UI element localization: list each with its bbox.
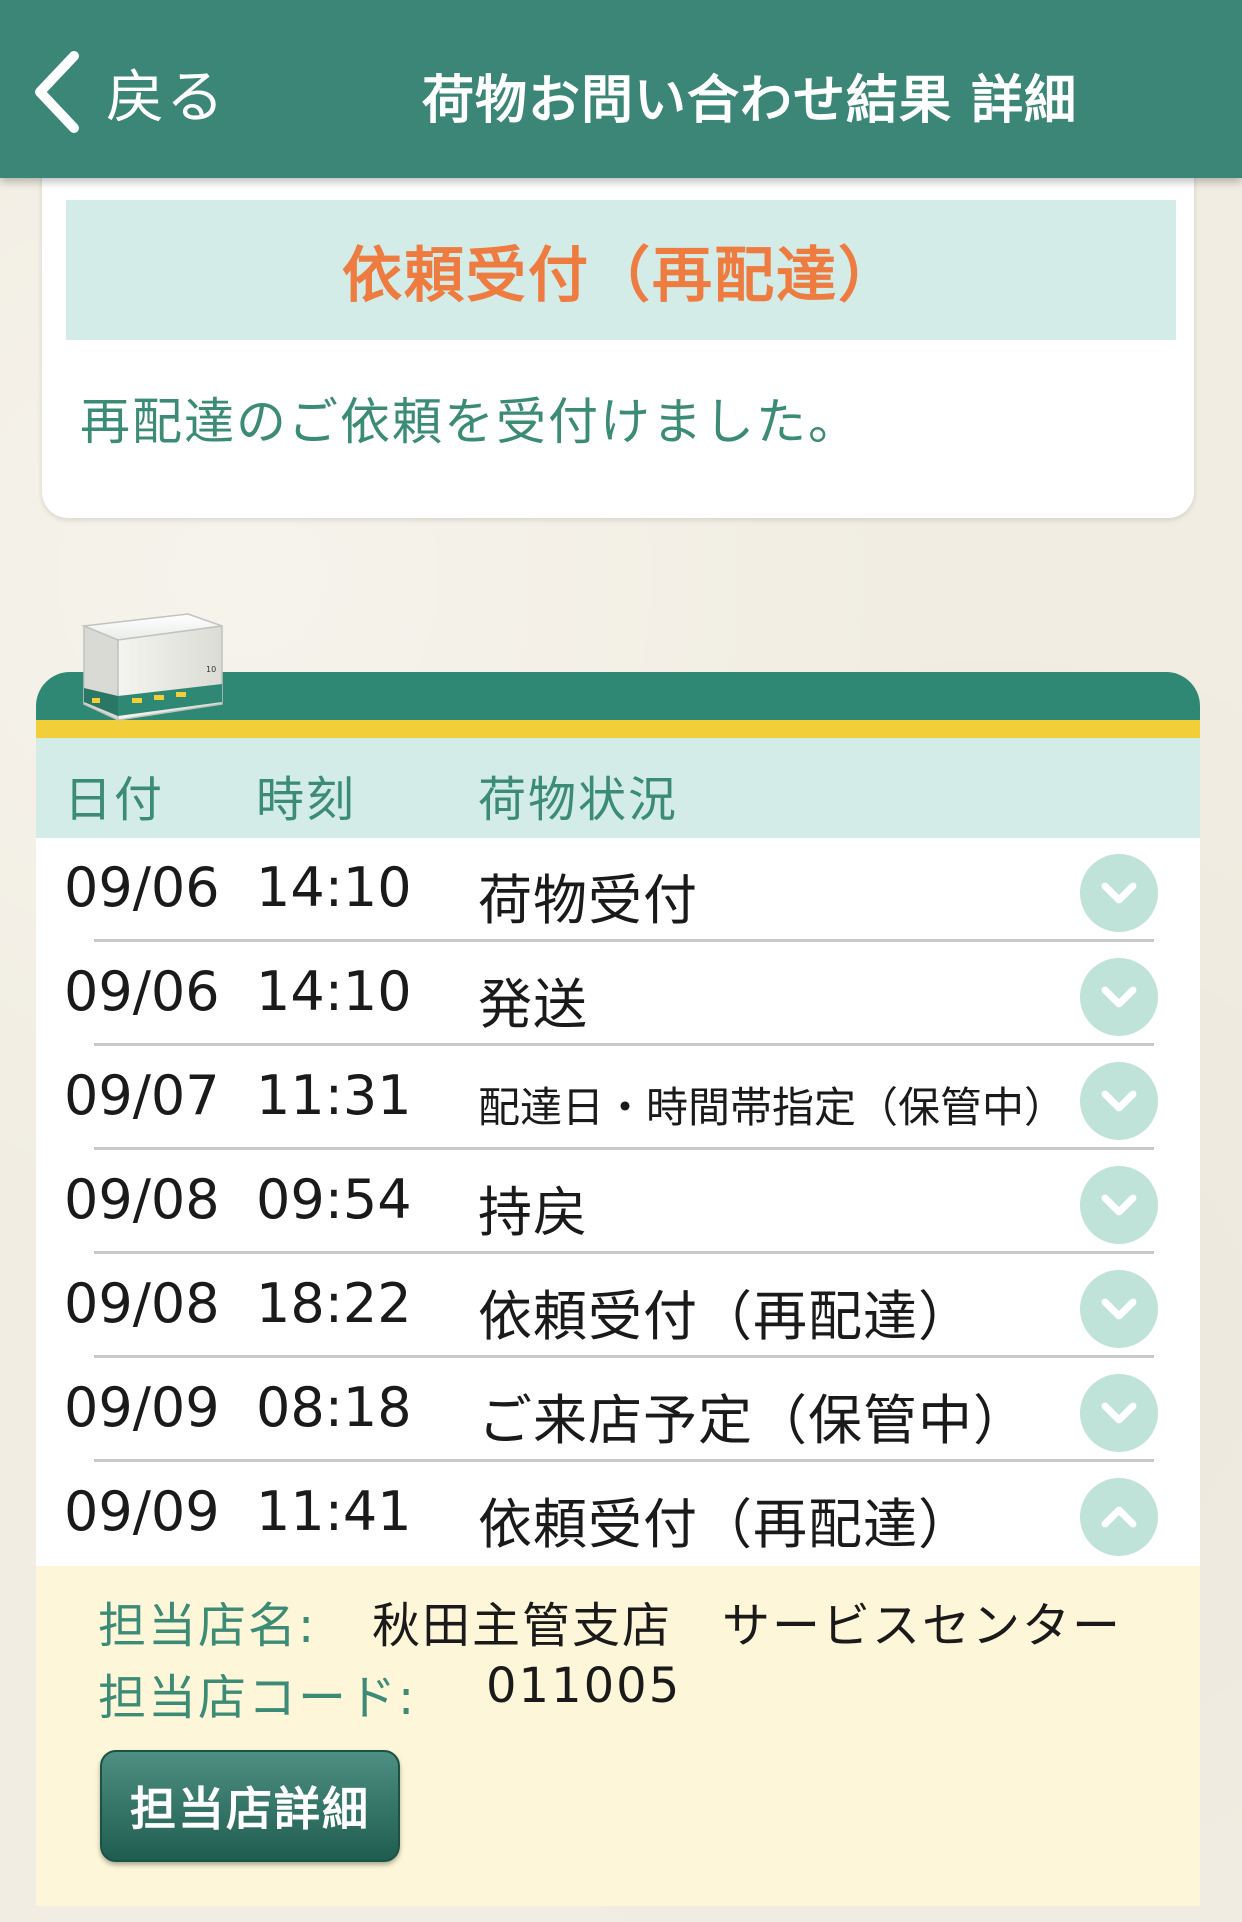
row-status: 発送 xyxy=(478,973,588,1036)
page-title: 荷物お問い合わせ結果 詳細 xyxy=(422,71,1078,131)
row-time: 08:18 xyxy=(256,1376,412,1439)
row-status: 持戻 xyxy=(478,1181,588,1244)
store-detail-box: 担当店名: 秋田主管支店 サービスセンター 担当店コード: 011005 担当店… xyxy=(36,1566,1200,1906)
status-card: 依頼受付（再配達） 再配達のご依頼を受付けました。 xyxy=(42,150,1194,518)
tracking-row[interactable]: 09/08 18:22 依頼受付（再配達） xyxy=(36,1254,1200,1358)
expand-toggle[interactable] xyxy=(1080,1270,1158,1348)
tracking-row[interactable]: 09/07 11:31 配達日・時間帯指定（保管中） xyxy=(36,1046,1200,1150)
store-detail-button[interactable]: 担当店詳細 xyxy=(100,1750,400,1862)
store-code-value: 011005 xyxy=(486,1658,682,1714)
row-date: 09/06 xyxy=(64,856,220,919)
row-time: 14:10 xyxy=(256,856,412,919)
row-status: 荷物受付 xyxy=(478,869,698,932)
store-name-label: 担当店名: xyxy=(98,1598,317,1654)
chevron-left-icon xyxy=(35,51,79,133)
expand-toggle[interactable] xyxy=(1080,1374,1158,1452)
navigation-bar: 戻る 荷物お問い合わせ結果 詳細 xyxy=(0,0,1242,178)
tracking-panel: 日付 時刻 荷物状況 09/06 14:10 荷物受付 09/06 14:10 … xyxy=(36,672,1200,1922)
row-date: 09/08 xyxy=(64,1168,220,1231)
status-banner: 依頼受付（再配達） xyxy=(66,200,1176,340)
tracking-rows: 09/06 14:10 荷物受付 09/06 14:10 発送 09/07 11… xyxy=(36,838,1200,1566)
store-name-value: 秋田主管支店 サービスセンター xyxy=(372,1598,1123,1654)
tracking-row[interactable]: 09/06 14:10 発送 xyxy=(36,942,1200,1046)
chevron-down-icon xyxy=(1101,1090,1137,1112)
row-date: 09/06 xyxy=(64,960,220,1023)
expand-toggle[interactable] xyxy=(1080,854,1158,932)
column-header-time: 時刻 xyxy=(256,772,357,828)
tracking-row[interactable]: 09/06 14:10 荷物受付 xyxy=(36,838,1200,942)
svg-text:10: 10 xyxy=(206,665,216,674)
back-button[interactable]: 戻る xyxy=(28,50,226,134)
row-date: 09/09 xyxy=(64,1376,220,1439)
collapse-toggle[interactable] xyxy=(1080,1478,1158,1556)
column-header-status: 荷物状況 xyxy=(478,772,679,828)
expand-toggle[interactable] xyxy=(1080,1062,1158,1140)
back-label: 戻る xyxy=(106,63,227,131)
store-code-label: 担当店コード: xyxy=(98,1670,417,1726)
tracking-row[interactable]: 09/09 08:18 ご来店予定（保管中） xyxy=(36,1358,1200,1462)
tracking-row[interactable]: 09/08 09:54 持戻 xyxy=(36,1150,1200,1254)
chevron-down-icon xyxy=(1101,986,1137,1008)
row-date: 09/09 xyxy=(64,1480,220,1543)
column-header-row: 日付 時刻 荷物状況 xyxy=(36,738,1200,838)
row-status: ご来店予定（保管中） xyxy=(478,1389,1028,1452)
row-date: 09/07 xyxy=(64,1064,220,1127)
expand-toggle[interactable] xyxy=(1080,958,1158,1036)
chevron-down-icon xyxy=(1101,1194,1137,1216)
row-time: 09:54 xyxy=(256,1168,412,1231)
row-status: 配達日・時間帯指定（保管中） xyxy=(478,1083,1067,1132)
status-message: 再配達のご依頼を受付けました。 xyxy=(80,393,860,451)
row-date: 09/08 xyxy=(64,1272,220,1335)
tracking-row[interactable]: 09/09 11:41 依頼受付（再配達） xyxy=(36,1462,1200,1566)
status-title: 依頼受付（再配達） xyxy=(342,240,900,311)
row-status: 依頼受付（再配達） xyxy=(478,1285,973,1348)
chevron-up-icon xyxy=(1101,1506,1137,1528)
row-time: 14:10 xyxy=(256,960,412,1023)
chevron-down-icon xyxy=(1101,1402,1137,1424)
expand-toggle[interactable] xyxy=(1080,1166,1158,1244)
row-time: 11:31 xyxy=(256,1064,412,1127)
row-time: 18:22 xyxy=(256,1272,412,1335)
chevron-down-icon xyxy=(1101,882,1137,904)
row-status: 依頼受付（再配達） xyxy=(478,1493,973,1556)
chevron-down-icon xyxy=(1101,1298,1137,1320)
package-box-icon: 10 xyxy=(81,613,223,722)
column-header-date: 日付 xyxy=(64,772,165,828)
row-time: 11:41 xyxy=(256,1480,412,1543)
